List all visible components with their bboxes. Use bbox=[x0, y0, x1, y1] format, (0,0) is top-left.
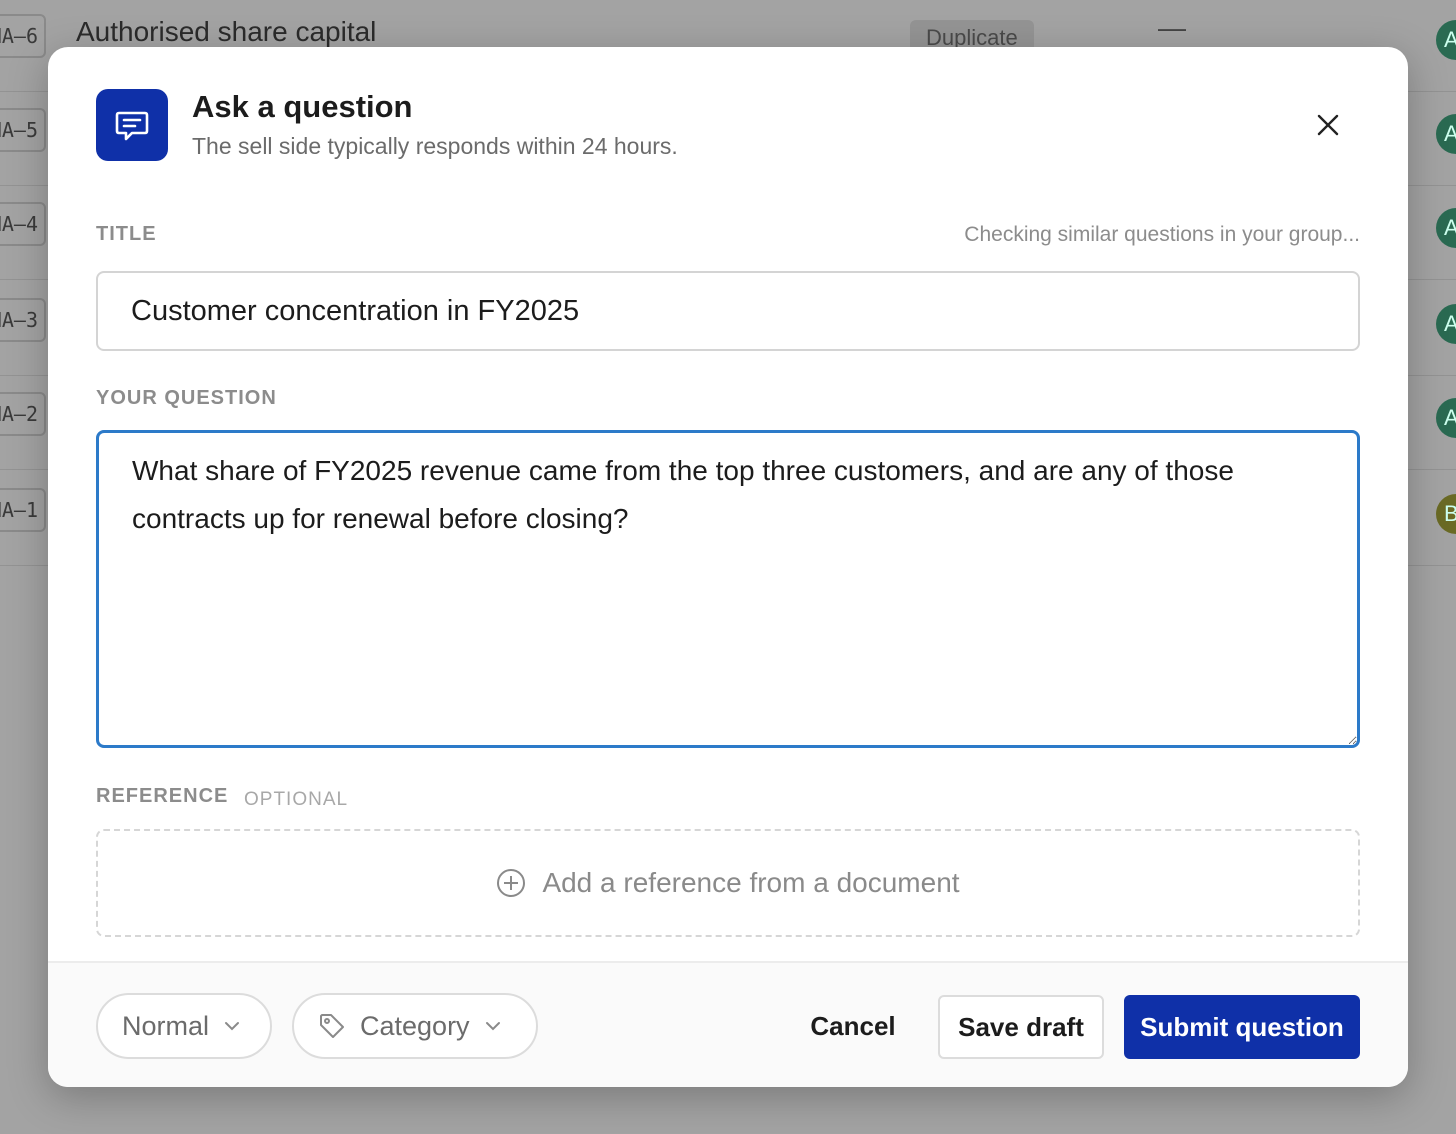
reference-label: REFERENCE bbox=[96, 785, 229, 807]
priority-value: Normal bbox=[122, 1010, 210, 1041]
save-draft-button[interactable]: Save draft bbox=[938, 995, 1104, 1059]
ask-question-dialog: Ask a question The sell side typically r… bbox=[48, 47, 1408, 1087]
chevron-down-icon bbox=[485, 1022, 500, 1031]
row-id: HA–3 bbox=[0, 298, 46, 342]
category-select[interactable]: Category bbox=[292, 993, 538, 1059]
avatar: A bbox=[1436, 398, 1456, 438]
add-reference-button[interactable]: Add a reference from a document bbox=[96, 829, 1360, 937]
question-textarea[interactable]: What share of FY2025 revenue came from t… bbox=[96, 430, 1360, 748]
question-label: YOUR QUESTION bbox=[96, 387, 277, 409]
title-input[interactable] bbox=[96, 271, 1360, 351]
close-icon bbox=[1317, 114, 1339, 136]
dialog-footer: Normal Category Cancel Save draft Submit… bbox=[48, 961, 1408, 1087]
chat-bubble-icon bbox=[96, 89, 168, 161]
close-button[interactable] bbox=[1308, 105, 1348, 145]
optional-tag: OPTIONAL bbox=[244, 789, 349, 810]
similar-questions-hint: Checking similar questions in your group… bbox=[964, 223, 1360, 246]
row-id: HA–4 bbox=[0, 202, 46, 246]
tag-icon bbox=[320, 1014, 344, 1038]
avatar: B bbox=[1436, 494, 1456, 534]
avatar: A bbox=[1436, 208, 1456, 248]
avatar: A bbox=[1436, 20, 1456, 60]
plus-circle-icon bbox=[497, 869, 526, 897]
avatar: A bbox=[1436, 304, 1456, 344]
priority-select[interactable]: Normal bbox=[96, 993, 272, 1059]
row-id: HA–1 bbox=[0, 488, 46, 532]
cancel-button[interactable]: Cancel bbox=[788, 995, 918, 1057]
row-id: HA–2 bbox=[0, 392, 46, 436]
row-title: Authorised share capital bbox=[76, 16, 377, 47]
submit-question-button[interactable]: Submit question bbox=[1124, 995, 1360, 1059]
title-label: TITLE bbox=[96, 223, 157, 245]
chevron-down-icon bbox=[225, 1022, 240, 1031]
avatar: A bbox=[1436, 114, 1456, 154]
row-id: HA–6 bbox=[0, 14, 46, 58]
add-reference-label: Add a reference from a document bbox=[542, 867, 960, 898]
dialog-title: Ask a question bbox=[192, 89, 413, 124]
dialog-subtitle: The sell side typically responds within … bbox=[192, 133, 678, 159]
row-id: HA–5 bbox=[0, 108, 46, 152]
row-dash: — bbox=[1158, 12, 1186, 43]
dialog-header: Ask a question The sell side typically r… bbox=[96, 89, 1360, 161]
category-value: Category bbox=[360, 1010, 470, 1041]
